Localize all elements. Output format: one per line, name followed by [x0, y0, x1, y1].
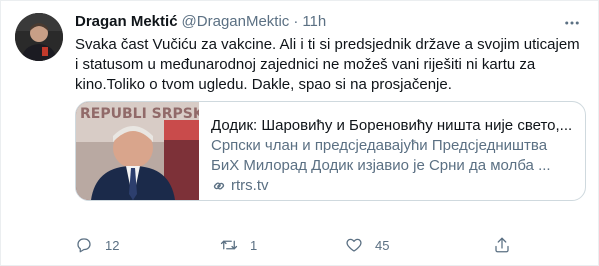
card-body: Додик: Шаровићу и Бореновићу ништа није … — [199, 102, 585, 200]
like-icon — [346, 238, 362, 252]
separator-dot: · — [293, 13, 299, 30]
timestamp[interactable]: 11h — [302, 13, 326, 30]
retweet-icon — [220, 240, 238, 250]
card-domain: rtrs.tv — [211, 176, 575, 196]
card-title: Додик: Шаровићу и Бореновићу ништа није … — [211, 117, 573, 134]
reply-count: 12 — [105, 237, 120, 253]
link-card[interactable]: REPUBLI SRPSKA Додик: Шаровићу и Боренов… — [75, 101, 586, 201]
tweet-text: Svaka čast Vučiću za vakcine. Ali i ti s… — [75, 36, 580, 93]
tweet[interactable]: Dragan Mektić @DraganMektic · 11h Svaka … — [0, 0, 599, 266]
retweet-count: 1 — [250, 237, 258, 253]
share-icon — [495, 237, 509, 253]
tweet-header: Dragan Mektić @DraganMektic · 11h — [75, 13, 558, 33]
retweet-button[interactable]: 1 — [220, 236, 257, 254]
user-handle[interactable]: @DraganMektic — [182, 13, 290, 30]
link-icon — [213, 182, 225, 190]
like-count: 45 — [375, 237, 390, 253]
avatar[interactable] — [15, 13, 63, 61]
svg-text:REPUBLI SRPSKA: REPUBLI SRPSKA — [80, 106, 199, 122]
like-button[interactable]: 45 — [345, 236, 389, 254]
reply-button[interactable]: 12 — [75, 236, 119, 254]
more-icon[interactable] — [562, 13, 582, 33]
card-description: Српски члан и предсједавајући Предсједни… — [211, 137, 551, 174]
reply-icon — [77, 238, 91, 253]
display-name[interactable]: Dragan Mektić — [75, 13, 178, 30]
card-domain-label: rtrs.tv — [231, 177, 269, 194]
card-thumbnail: REPUBLI SRPSKA — [76, 102, 215, 200]
share-button[interactable] — [493, 236, 523, 254]
